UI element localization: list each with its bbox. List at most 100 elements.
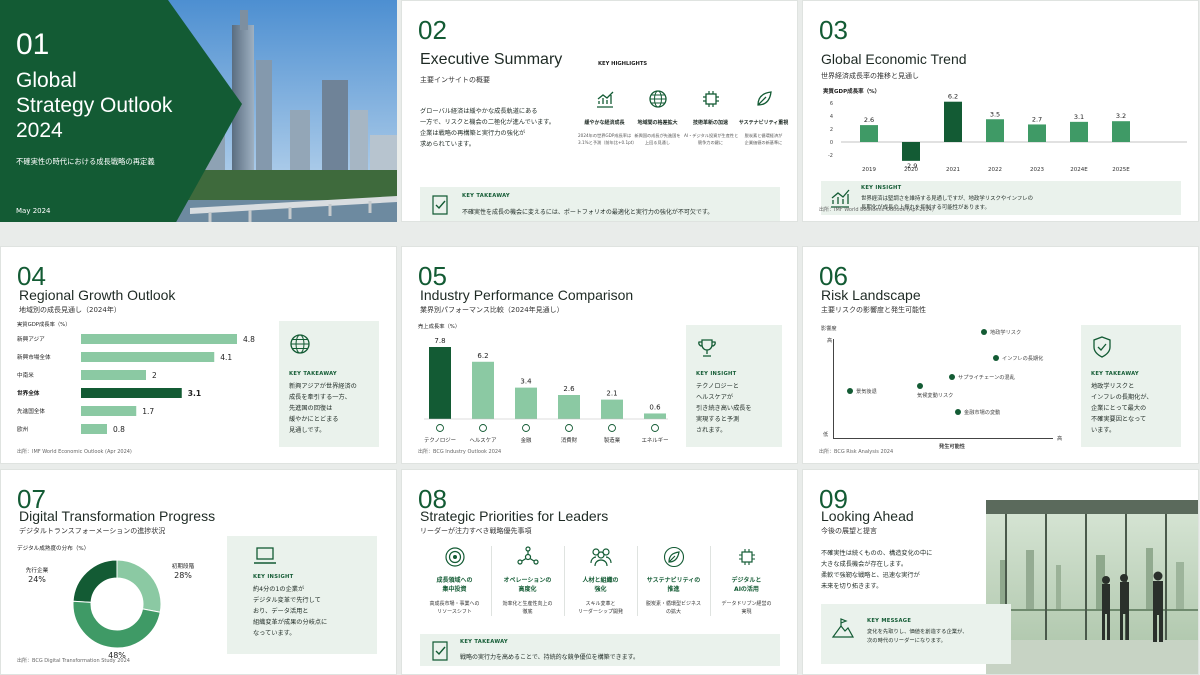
insight-label: KEY INSIGHT (861, 185, 902, 191)
slide-08[interactable]: 08 Strategic Priorities for Leaders リーダー… (401, 469, 798, 675)
bar (1070, 121, 1088, 142)
source-note: 出所：IMF World Economic Outlook (Apr 2024) (17, 449, 132, 455)
data-label: 3.1 (1074, 113, 1084, 121)
x-tick-label: エネルギー (642, 437, 669, 444)
chip-icon (738, 549, 755, 565)
slide-02[interactable]: 02 Executive Summary 主要インサイトの概要 グローバル経済は… (401, 0, 798, 222)
x-high-label: 高 (1057, 436, 1063, 442)
bar (1112, 121, 1130, 142)
slide-title: Regional Growth Outlook (19, 287, 176, 303)
priority-title: 人材と組織の 強化 (582, 577, 619, 593)
priority-item[interactable]: オペレーションの 高度化 効率化と生産性向上の 徹底 (491, 546, 564, 616)
highlight-title: 地域間の格差拡大 (637, 120, 678, 126)
source-note: 出所：IMF World Economic Outlook (Apr 2024) (819, 207, 934, 213)
priorities-grid: 成長領域への 集中投資 高成長市場・事業への リソースシフト オペレーションの 高度化… (418, 546, 784, 628)
slide-01[interactable]: 01 Global Strategy Outlook 2024 不確実性の時代に… (0, 0, 397, 222)
bar (902, 142, 920, 161)
industry-icon (522, 424, 530, 432)
bar (81, 334, 237, 344)
body-line: 企業は戦略の再構築と実行力の強化が (420, 130, 526, 137)
donut-slice (116, 559, 162, 613)
data-label: 1.7 (142, 407, 154, 416)
insight-panel: KEY INSIGHT 約4分の1の企業が デジタル変革で先行して おり、データ活用… (227, 536, 377, 654)
y-tick-label: 4 (830, 114, 833, 120)
y-axis-title: 実質GDP成長率（%） (823, 87, 880, 95)
bar (81, 388, 182, 398)
highlight-desc: 脱炭素と循環経済が 企業価値の新基準に (744, 133, 783, 145)
insight-text: テクノロジーと ヘルスケアが 引き続き高い成長を 実現すると予測 されます。 (696, 383, 752, 434)
insight-label: KEY INSIGHT (253, 574, 294, 580)
bar (429, 347, 451, 419)
x-tick-label: 2025E (1112, 167, 1130, 173)
category-label: 新興アジア (17, 335, 45, 343)
priority-desc: 効率化と生産性向上の 徹底 (502, 601, 553, 615)
highlight-item: サステナビリティ重視 脱炭素と循環経済が 企業価値の新基準に (737, 89, 790, 146)
slide-title: Looking Ahead (821, 508, 914, 524)
bar (601, 399, 623, 419)
slide-subtitle: 主要リスクの影響度と発生可能性 (821, 306, 926, 314)
bar (558, 395, 580, 419)
x-tick-label: 製造業 (604, 436, 621, 444)
slide-subtitle: デジタルトランスフォーメーションの進捗状況 (19, 527, 166, 535)
x-axis (833, 438, 1053, 439)
priority-item[interactable]: 人材と組織の 強化 スキル変革と リーダーシップ開発 (564, 546, 637, 616)
globe-icon (290, 334, 310, 354)
slide-subtitle: リーダーが注力すべき戦略優先事項 (420, 527, 532, 535)
shield-icon (1093, 336, 1111, 358)
highlight-title: サステナビリティ重視 (738, 120, 789, 126)
industry-icon (436, 424, 444, 432)
category-label: 中南米 (17, 371, 34, 379)
industry-icon (608, 424, 616, 432)
y-high-label: 高 (827, 338, 833, 344)
slide-05[interactable]: 05 Industry Performance Comparison 業界別パフ… (401, 246, 798, 464)
priority-item[interactable]: サステナビリティの 推進 脱炭素・循環型ビジネス の拡大 (637, 546, 710, 616)
trophy-icon (698, 339, 716, 357)
priority-item[interactable]: 成長領域への 集中投資 高成長市場・事業への リソースシフト (418, 546, 491, 616)
data-label: 3.4 (520, 378, 532, 386)
takeaway-panel: KEY TAKEAWAY 戦略の実行力を高めることで、持続的な競争優位を構築でき… (420, 634, 780, 666)
data-label: 4.1 (220, 353, 232, 362)
y-tick-label: 0 (830, 140, 833, 146)
title-line-2: Strategy Outlook (16, 94, 173, 117)
takeaway-panel: KEY TAKEAWAY 不確実性を成長の機会に変えるには、ポートフォリオの最適… (420, 187, 780, 221)
x-tick-label: 2023 (1030, 167, 1044, 173)
dx-donut-chart: デジタル成熟度の分布（%）先行企業24%初期段階28%48% (17, 544, 195, 660)
highlights-label: KEY HIGHLIGHTS (598, 61, 648, 67)
slide-06[interactable]: 06 Risk Landscape 主要リスクの影響度と発生可能性 影響度 高 … (802, 246, 1199, 464)
data-label: 3.5 (990, 110, 1000, 118)
bar (860, 125, 878, 142)
slide-number: 01 (16, 28, 50, 61)
industry-icon (651, 424, 659, 432)
takeaway-label: KEY TAKEAWAY (1091, 371, 1139, 377)
donut-slice (72, 559, 118, 603)
data-label: 28% (174, 571, 192, 580)
highlight-title: 技術革新の加速 (692, 120, 728, 126)
bar (81, 424, 107, 434)
summary-body: グローバル経済は緩やかな成長軌道にある 一方で、リスクと機会の二極化が進んでいま… (420, 106, 555, 150)
slide-09[interactable]: 09 Looking Ahead 今後の展望と提言 不確実性は続くものの、構造変… (802, 469, 1199, 675)
target-icon (444, 547, 465, 567)
priority-item[interactable]: デジタルと AIの活用 データドリブン経営の 実現 (710, 546, 783, 616)
takeaway-text: 地政学リスクと インフレの長期化が、 企業にとって最大の 不確実要因となって います。 (1091, 383, 1153, 434)
slide-03[interactable]: 03 Global Economic Trend 世界経済成長率の推移と見通し … (802, 0, 1199, 222)
category-label: 世界全体 (17, 389, 40, 397)
data-label: 0.6 (649, 403, 661, 411)
y-axis-title: 実質GDP成長率（%） (17, 320, 71, 328)
checklist-icon (432, 195, 448, 215)
body-line: 求められています。 (420, 141, 475, 148)
priority-title: デジタルと AIの活用 (731, 577, 762, 593)
x-tick-label: 金融 (521, 436, 532, 444)
highlight-desc: 2024年の世界GDP成長率は 3.1%と予測（前年比+0.1pt） (578, 133, 637, 145)
people-icon (589, 548, 612, 567)
source-note: 出所：BCG Risk Analysis 2024 (819, 449, 894, 455)
data-label: 7.8 (434, 337, 445, 345)
y-axis (833, 339, 834, 439)
data-label: 4.8 (243, 335, 255, 344)
slide-title: Executive Summary (420, 51, 563, 68)
laptop-icon (254, 547, 276, 564)
slide-07[interactable]: 07 Digital Transformation Progress デジタルト… (0, 469, 397, 675)
region-bar-chart: 実質GDP成長率（%） 新興アジア 4.8 新興市場全体 4.1 中南米 2 世界全体 3.1 先… (17, 320, 255, 434)
slide-title: Digital Transformation Progress (19, 508, 216, 524)
industry-icon (479, 424, 487, 432)
slide-04[interactable]: 04 Regional Growth Outlook 地域別の成長見通し（202… (0, 246, 397, 464)
